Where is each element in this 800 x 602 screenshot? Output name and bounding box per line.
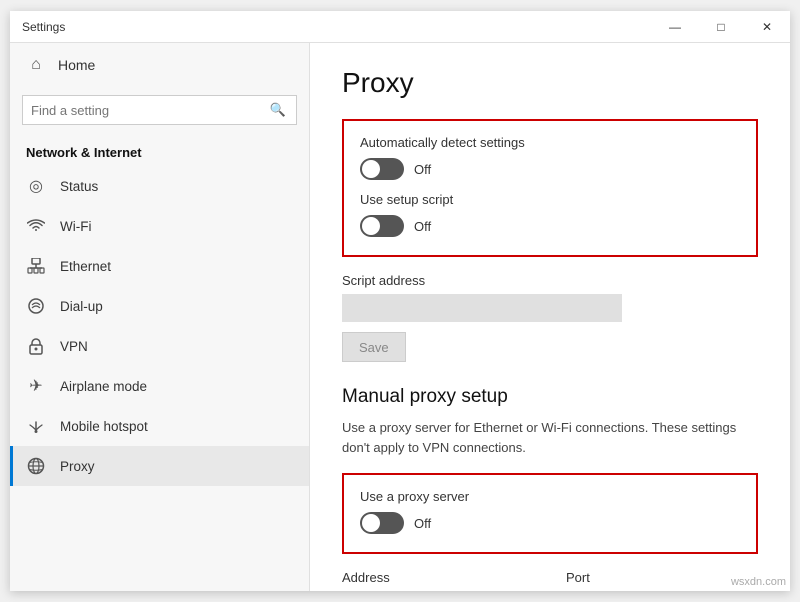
address-port-row: Address Port <box>342 570 758 591</box>
page-title: Proxy <box>342 67 758 99</box>
vpn-icon <box>26 336 46 356</box>
use-proxy-toggle[interactable] <box>360 512 404 534</box>
hotspot-icon <box>26 416 46 436</box>
sidebar-item-dialup[interactable]: Dial-up <box>10 286 309 326</box>
maximize-button[interactable]: □ <box>698 11 744 43</box>
status-icon: ◎ <box>26 176 46 196</box>
sidebar-item-label: Dial-up <box>60 299 103 314</box>
wifi-icon <box>26 216 46 236</box>
address-label: Address <box>342 570 542 585</box>
sidebar-item-label: Airplane mode <box>60 379 147 394</box>
setup-script-toggle-row: Off <box>360 215 740 237</box>
search-icon: 🔍 <box>268 100 288 120</box>
sidebar-item-wifi[interactable]: Wi-Fi <box>10 206 309 246</box>
sidebar-item-label: Proxy <box>60 459 95 474</box>
sidebar-item-label: Wi-Fi <box>60 219 91 234</box>
sidebar-item-label: Ethernet <box>60 259 111 274</box>
sidebar-item-ethernet[interactable]: Ethernet <box>10 246 309 286</box>
address-field: Address <box>342 570 542 591</box>
use-proxy-toggle-row: Off <box>360 512 740 534</box>
auto-detect-toggle-row: Off <box>360 158 740 180</box>
sidebar-item-hotspot[interactable]: Mobile hotspot <box>10 406 309 446</box>
setup-script-toggle[interactable] <box>360 215 404 237</box>
search-input[interactable] <box>31 103 262 118</box>
sidebar-item-vpn[interactable]: VPN <box>10 326 309 366</box>
content-area: ⌂ Home 🔍 Network & Internet ◎ Status <box>10 43 790 591</box>
minimize-button[interactable]: — <box>652 11 698 43</box>
sidebar: ⌂ Home 🔍 Network & Internet ◎ Status <box>10 43 310 591</box>
home-label: Home <box>58 57 95 73</box>
sidebar-item-label: VPN <box>60 339 88 354</box>
sidebar-item-home[interactable]: ⌂ Home <box>10 43 309 87</box>
auto-settings-box: Automatically detect settings Off Use se… <box>342 119 758 257</box>
auto-detect-toggle[interactable] <box>360 158 404 180</box>
proxy-icon <box>26 456 46 476</box>
titlebar: Settings — □ ✕ <box>10 11 790 43</box>
auto-detect-toggle-label: Off <box>414 162 431 177</box>
dialup-icon <box>26 296 46 316</box>
ethernet-icon <box>26 256 46 276</box>
close-button[interactable]: ✕ <box>744 11 790 43</box>
port-label: Port <box>566 570 646 585</box>
airplane-icon: ✈ <box>26 376 46 396</box>
sidebar-item-label: Mobile hotspot <box>60 419 148 434</box>
home-icon: ⌂ <box>26 55 46 75</box>
use-proxy-toggle-label: Off <box>414 516 431 531</box>
sidebar-item-airplane[interactable]: ✈ Airplane mode <box>10 366 309 406</box>
sidebar-section-title: Network & Internet <box>10 133 309 166</box>
auto-detect-label: Automatically detect settings <box>360 135 740 150</box>
main-panel: Proxy Automatically detect settings Off … <box>310 43 790 591</box>
port-field: Port <box>566 570 646 591</box>
manual-title: Manual proxy setup <box>342 386 758 408</box>
sidebar-item-proxy[interactable]: Proxy <box>10 446 309 486</box>
settings-window: Settings — □ ✕ ⌂ Home 🔍 Network & Intern… <box>10 11 790 591</box>
search-box[interactable]: 🔍 <box>22 95 297 125</box>
sidebar-item-label: Status <box>60 179 98 194</box>
setup-script-label: Use setup script <box>360 192 740 207</box>
use-proxy-label: Use a proxy server <box>360 489 740 504</box>
watermark: wsxdn.com <box>731 576 786 588</box>
script-address-input[interactable] <box>342 294 622 322</box>
save-button[interactable]: Save <box>342 332 406 362</box>
sidebar-item-status[interactable]: ◎ Status <box>10 166 309 206</box>
setup-script-toggle-label: Off <box>414 219 431 234</box>
proxy-server-box: Use a proxy server Off <box>342 473 758 554</box>
titlebar-controls: — □ ✕ <box>652 11 790 43</box>
script-address-label: Script address <box>342 273 758 288</box>
manual-desc: Use a proxy server for Ethernet or Wi-Fi… <box>342 418 758 457</box>
titlebar-title: Settings <box>22 20 65 34</box>
